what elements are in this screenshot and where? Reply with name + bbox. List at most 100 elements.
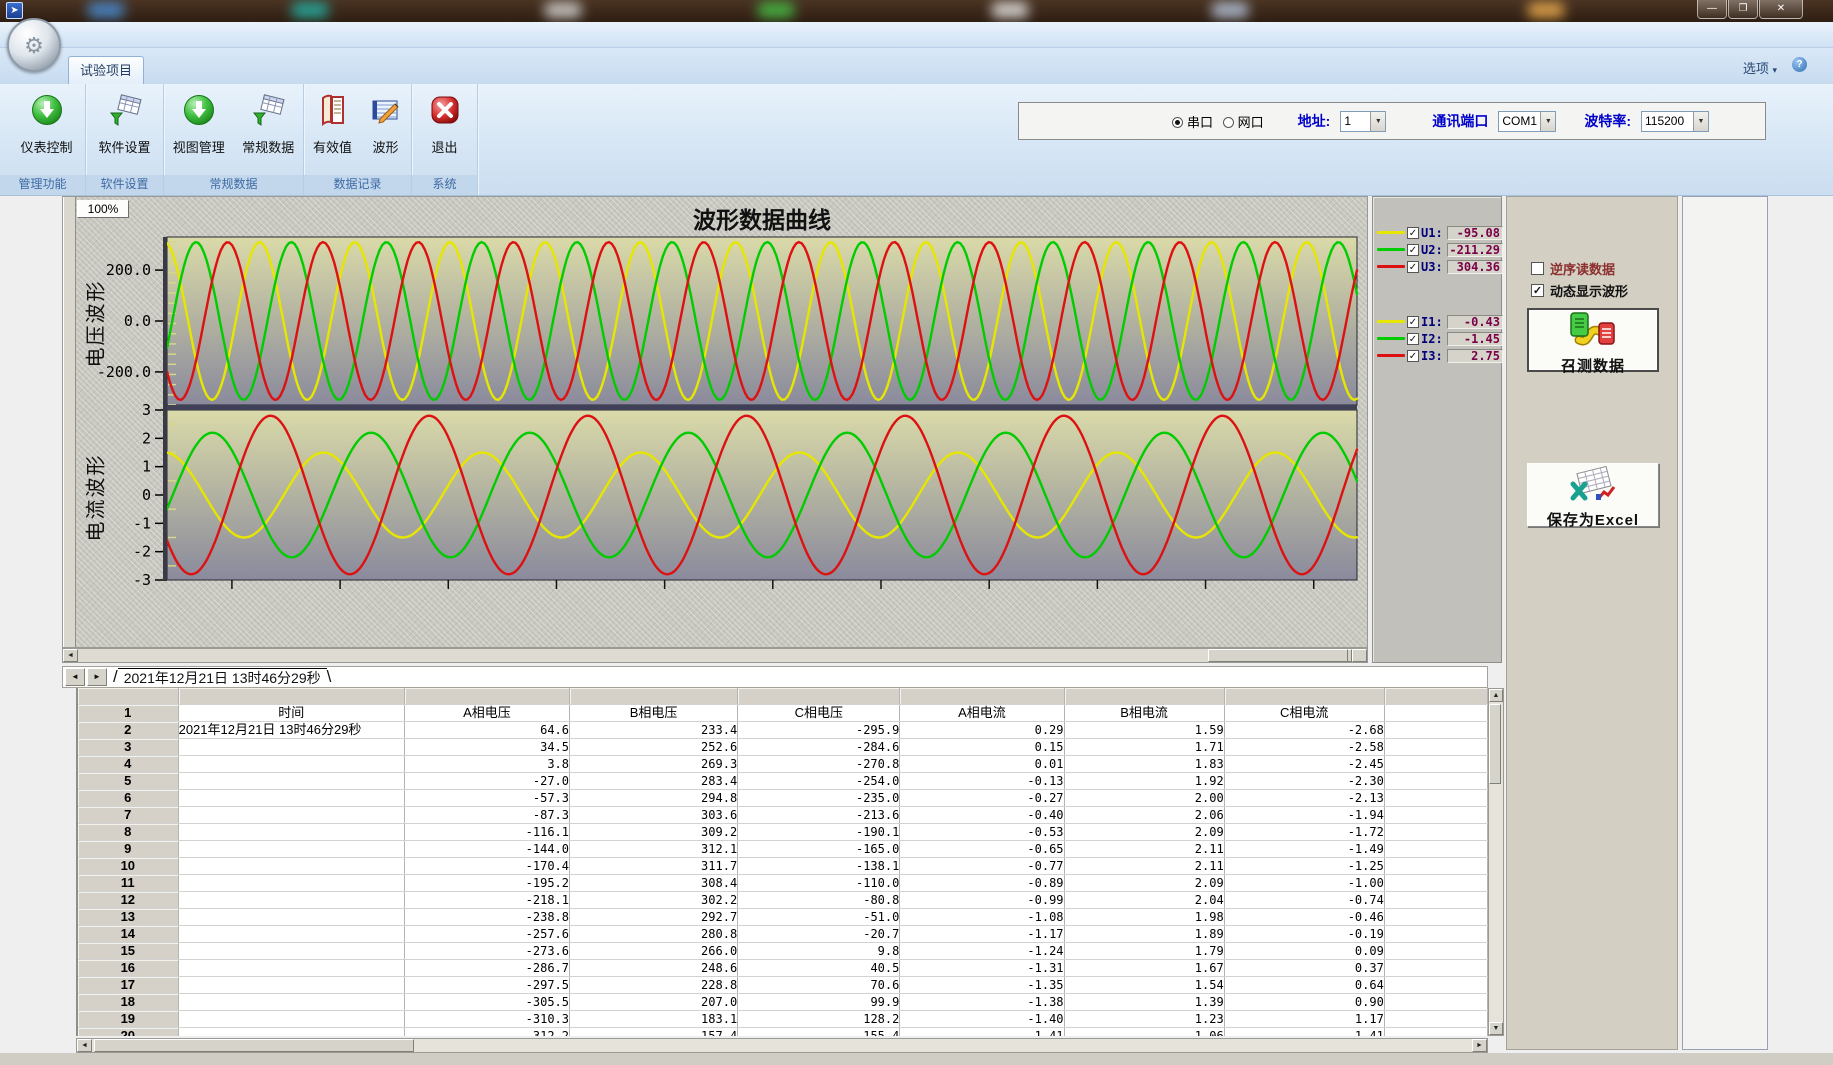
table-cell[interactable]: 292.7	[570, 908, 738, 925]
table-cell[interactable]	[1384, 993, 1487, 1010]
series-checkbox[interactable]: ✓	[1407, 350, 1419, 362]
table-cell[interactable]: -1.49	[1224, 840, 1384, 857]
column-header-cell[interactable]	[570, 688, 738, 704]
table-cell[interactable]: 280.8	[570, 925, 738, 942]
table-cell[interactable]: -1.31	[900, 959, 1064, 976]
sheet-prev-icon[interactable]: ◄	[65, 668, 85, 686]
table-cell[interactable]: -0.40	[900, 806, 1064, 823]
table-cell[interactable]	[178, 874, 404, 891]
table-cell[interactable]: 1.54	[1064, 976, 1224, 993]
table-cell[interactable]: 40.5	[738, 959, 900, 976]
series-checkbox[interactable]: ✓	[1407, 316, 1419, 328]
scroll-right-icon[interactable]: ►	[1472, 1039, 1487, 1052]
table-cell[interactable]	[1384, 1010, 1487, 1027]
table-cell[interactable]: -80.8	[738, 891, 900, 908]
table-cell[interactable]: -2.30	[1224, 772, 1384, 789]
table-cell[interactable]	[1384, 857, 1487, 874]
table-cell[interactable]: -195.2	[404, 874, 569, 891]
table-cell[interactable]: -190.1	[738, 823, 900, 840]
table-cell[interactable]	[178, 789, 404, 806]
table-cell[interactable]: -20.7	[738, 925, 900, 942]
table-cell[interactable]	[1384, 772, 1487, 789]
table-cell[interactable]	[1384, 806, 1487, 823]
table-cell[interactable]: 0.37	[1224, 959, 1384, 976]
table-cell[interactable]: 1.83	[1064, 755, 1224, 772]
column-header-cell[interactable]	[1064, 688, 1224, 704]
table-cell[interactable]: 2.11	[1064, 840, 1224, 857]
row-number-cell[interactable]: 13	[78, 908, 178, 925]
table-vertical-scrollbar[interactable]: ▲ ▼	[1488, 688, 1504, 1036]
table-cell[interactable]: -2.45	[1224, 755, 1384, 772]
row-number-cell[interactable]: 14	[78, 925, 178, 942]
table-cell[interactable]: -238.8	[404, 908, 569, 925]
port-select[interactable]: COM1▼	[1498, 111, 1556, 132]
table-cell[interactable]: -27.0	[404, 772, 569, 789]
table-cell[interactable]: 0.15	[900, 738, 1064, 755]
table-cell[interactable]: 309.2	[570, 823, 738, 840]
table-cell[interactable]	[1384, 755, 1487, 772]
table-cell[interactable]: -312.2	[404, 1027, 569, 1036]
row-number-cell[interactable]: 16	[78, 959, 178, 976]
column-header-cell[interactable]	[738, 688, 900, 704]
table-cell[interactable]	[178, 1010, 404, 1027]
table-cell[interactable]	[178, 925, 404, 942]
table-cell[interactable]: -110.0	[738, 874, 900, 891]
sheet-next-icon[interactable]: ►	[87, 668, 107, 686]
table-cell[interactable]	[1384, 823, 1487, 840]
baud-select[interactable]: 115200▼	[1641, 111, 1709, 132]
table-cell[interactable]: 70.6	[738, 976, 900, 993]
series-checkbox[interactable]: ✓	[1407, 244, 1419, 256]
table-cell[interactable]	[178, 840, 404, 857]
table-cell[interactable]: -116.1	[404, 823, 569, 840]
table-cell[interactable]: 303.6	[570, 806, 738, 823]
table-cell[interactable]	[178, 993, 404, 1010]
table-cell[interactable]: 155.4	[738, 1027, 900, 1036]
table-cell[interactable]: 248.6	[570, 959, 738, 976]
table-cell[interactable]: 0.01	[900, 755, 1064, 772]
table-cell[interactable]	[1384, 840, 1487, 857]
dynamic-display-checkbox[interactable]: ✓ 动态显示波形	[1531, 281, 1628, 300]
row-number-cell[interactable]: 2	[78, 721, 178, 738]
table-cell[interactable]: -0.46	[1224, 908, 1384, 925]
sheet-tab[interactable]: / 2021年12月21日 13时46分29秒 \	[113, 667, 331, 687]
scrollbar-thumb[interactable]	[1208, 649, 1348, 662]
table-cell[interactable]	[1384, 1027, 1487, 1036]
table-cell[interactable]: -0.77	[900, 857, 1064, 874]
table-cell[interactable]: 2.09	[1064, 823, 1224, 840]
table-cell[interactable]	[1384, 908, 1487, 925]
column-header-cell[interactable]	[404, 688, 569, 704]
table-cell[interactable]: 3.8	[404, 755, 569, 772]
table-cell[interactable]: -144.0	[404, 840, 569, 857]
table-header-cell[interactable]: C相电流	[1224, 704, 1384, 721]
row-number-cell[interactable]: 10	[78, 857, 178, 874]
scroll-left-icon[interactable]: ◄	[77, 1039, 92, 1052]
scroll-left-icon[interactable]: ◄	[63, 649, 78, 662]
table-cell[interactable]	[178, 959, 404, 976]
table-cell[interactable]	[178, 755, 404, 772]
table-cell[interactable]: 207.0	[570, 993, 738, 1010]
table-cell[interactable]: 1.41	[1224, 1027, 1384, 1036]
table-cell[interactable]: -1.40	[900, 1010, 1064, 1027]
scroll-up-icon[interactable]: ▲	[1489, 689, 1503, 702]
table-cell[interactable]: -0.27	[900, 789, 1064, 806]
table-cell[interactable]: -1.38	[900, 993, 1064, 1010]
row-number-cell[interactable]: 9	[78, 840, 178, 857]
row-number-cell[interactable]: 5	[78, 772, 178, 789]
row-number-cell[interactable]: 4	[78, 755, 178, 772]
table-cell[interactable]: -254.0	[738, 772, 900, 789]
table-cell[interactable]: 283.4	[570, 772, 738, 789]
table-cell[interactable]: -2.58	[1224, 738, 1384, 755]
table-cell[interactable]: 2.06	[1064, 806, 1224, 823]
application-menu-button[interactable]: ⚙	[7, 18, 61, 72]
scrollbar-track[interactable]	[1489, 702, 1503, 1022]
table-header-cell[interactable]: 时间	[178, 704, 404, 721]
app-icon[interactable]: ➤	[6, 2, 23, 19]
table-cell[interactable]: 2.00	[1064, 789, 1224, 806]
scrollbar-grip[interactable]	[1352, 649, 1367, 662]
row-number-cell[interactable]: 18	[78, 993, 178, 1010]
table-cell[interactable]: -213.6	[738, 806, 900, 823]
scrollbar-track[interactable]	[78, 649, 1337, 662]
table-cell[interactable]: -1.35	[900, 976, 1064, 993]
column-header-cell[interactable]	[78, 688, 178, 704]
table-cell[interactable]: 1.17	[1224, 1010, 1384, 1027]
